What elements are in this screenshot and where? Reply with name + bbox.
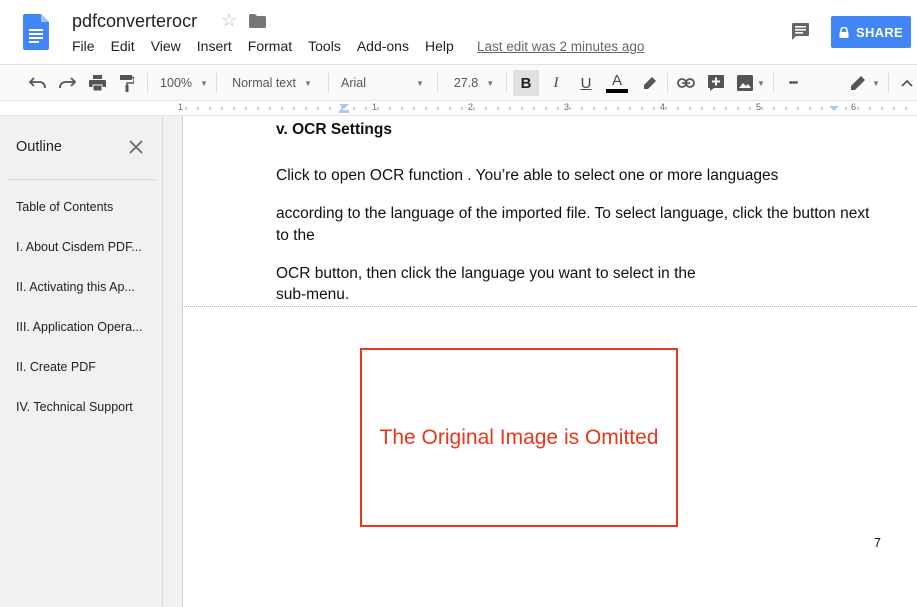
text-color-label: A: [611, 72, 622, 89]
paragraph[interactable]: Click to open OCR function . You’re able…: [276, 167, 778, 185]
outline-title: Outline: [16, 139, 62, 155]
highlight-icon[interactable]: [638, 65, 660, 101]
print-icon[interactable]: [86, 65, 108, 101]
toolbar: 100% ▼ Normal text ▼ Arial ▼ 27.8 ▼ B I U A …: [0, 64, 917, 101]
menu-view[interactable]: View: [151, 38, 181, 54]
image-placeholder[interactable]: The Original Image is Omitted: [360, 348, 678, 527]
outline-item[interactable]: I. About Cisdem PDF...: [16, 240, 156, 254]
underline-label: U: [580, 74, 592, 92]
outline-item[interactable]: II. Create PDF: [16, 360, 156, 374]
folder-icon[interactable]: [249, 14, 266, 28]
outline-panel: Outline Table of Contents I. About Cisde…: [0, 116, 163, 607]
menu-format[interactable]: Format: [248, 38, 292, 54]
paragraph[interactable]: according to the language of the importe…: [276, 205, 869, 223]
menu-insert[interactable]: Insert: [197, 38, 232, 54]
style-select[interactable]: Normal text ▼: [224, 65, 320, 101]
ruler-number: 3: [564, 102, 570, 112]
italic-label: I: [553, 74, 559, 91]
star-icon[interactable]: ☆: [221, 10, 237, 31]
collapse-toolbar-icon[interactable]: [897, 65, 917, 101]
chevron-down-icon: ▼: [303, 78, 312, 88]
outline-item[interactable]: IV. Technical Support: [16, 400, 156, 414]
insert-comment-icon[interactable]: [705, 65, 727, 101]
ruler-number: 5: [756, 102, 762, 112]
menu-bar: File Edit View Insert Format Tools Add-o…: [72, 38, 470, 54]
toolbar-divider: [888, 73, 889, 93]
toolbar-divider: [147, 73, 148, 93]
first-line-indent-marker: [339, 110, 349, 113]
pencil-icon: [851, 76, 866, 90]
text-color-swatch: [606, 89, 628, 93]
document-title[interactable]: pdfconverterocr: [72, 11, 197, 32]
toolbar-divider: [216, 73, 217, 93]
section-heading[interactable]: v. OCR Settings: [276, 121, 392, 139]
insert-image-icon[interactable]: ▼: [733, 65, 769, 101]
right-indent-marker: [829, 106, 839, 111]
image-placeholder-text: The Original Image is Omitted: [379, 425, 659, 449]
ruler-ticks: [185, 104, 907, 113]
chevron-down-icon: ▼: [486, 78, 495, 88]
ruler[interactable]: 1 1 2 3 4 5 6: [0, 101, 917, 116]
page-break: [182, 306, 917, 307]
link-icon[interactable]: [675, 65, 697, 101]
chevron-down-icon: ▼: [872, 78, 880, 88]
chevron-down-icon: ▼: [200, 78, 208, 88]
ruler-number: 4: [660, 102, 666, 112]
editing-mode-button[interactable]: ▼: [846, 65, 884, 101]
chevron-down-icon: ▼: [416, 78, 424, 88]
docs-logo-icon[interactable]: [23, 14, 49, 50]
toolbar-divider: [506, 73, 507, 93]
left-indent-marker: [339, 104, 349, 109]
style-value: Normal text: [232, 76, 296, 90]
paragraph[interactable]: sub-menu.: [276, 286, 349, 304]
more-button[interactable]: •••: [780, 65, 806, 101]
underline-button[interactable]: U: [575, 65, 597, 101]
ruler-number: 1: [372, 102, 378, 112]
comment-icon[interactable]: [790, 22, 810, 42]
ruler-number: 6: [851, 102, 857, 112]
menu-add-ons[interactable]: Add-ons: [357, 38, 409, 54]
outline-item[interactable]: Table of Contents: [16, 200, 156, 214]
menu-tools[interactable]: Tools: [308, 38, 341, 54]
ruler-number: 1: [178, 102, 184, 112]
text-color-button[interactable]: A: [605, 65, 629, 101]
undo-icon[interactable]: [26, 65, 48, 101]
zoom-value: 100%: [160, 76, 193, 90]
toolbar-divider: [328, 73, 329, 93]
redo-icon[interactable]: [56, 65, 78, 101]
more-label: •••: [788, 77, 799, 89]
ruler-number: 2: [468, 102, 474, 112]
header: pdfconverterocr ☆ File Edit View Insert …: [0, 0, 917, 64]
share-label: SHARE: [855, 24, 903, 40]
font-size-select[interactable]: 27.8 ▼: [446, 65, 502, 101]
toolbar-divider: [437, 73, 438, 93]
toolbar-divider: [667, 73, 668, 93]
close-icon[interactable]: [128, 139, 144, 155]
toolbar-divider: [773, 73, 774, 93]
paragraph[interactable]: to the: [276, 227, 315, 245]
italic-button[interactable]: I: [545, 65, 567, 101]
outline-divider: [8, 179, 155, 180]
lock-icon: [839, 26, 849, 38]
outline-item[interactable]: II. Activating this Ap...: [16, 280, 156, 294]
menu-help[interactable]: Help: [425, 38, 454, 54]
last-edit-link[interactable]: Last edit was 2 minutes ago: [477, 39, 644, 54]
menu-edit[interactable]: Edit: [111, 38, 135, 54]
share-button[interactable]: SHARE: [831, 16, 911, 48]
zoom-select[interactable]: 100% ▼: [155, 65, 213, 101]
menu-file[interactable]: File: [72, 38, 95, 54]
bold-button[interactable]: B: [512, 65, 540, 101]
font-value: Arial: [341, 76, 367, 90]
bold-label: B: [513, 70, 539, 96]
font-size-value: 27.8: [453, 76, 479, 90]
page-number: 7: [874, 536, 881, 550]
outline-item[interactable]: III. Application Opera...: [16, 320, 156, 334]
paint-format-icon[interactable]: [116, 65, 138, 101]
chevron-down-icon: ▼: [757, 78, 765, 88]
font-select[interactable]: Arial ▼: [338, 65, 430, 101]
paragraph[interactable]: OCR button, then click the language you …: [276, 265, 696, 283]
